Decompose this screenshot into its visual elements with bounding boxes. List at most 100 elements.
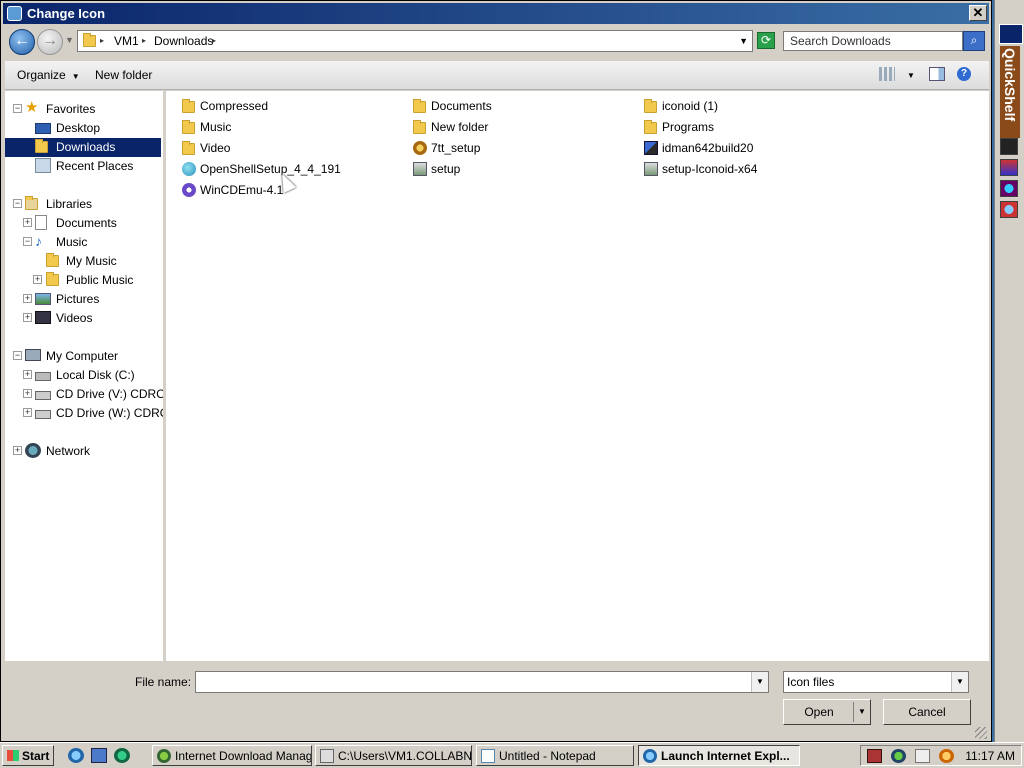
network-icon — [25, 443, 41, 458]
tray-search-icon[interactable] — [939, 749, 954, 763]
file-name-dropdown-icon[interactable]: ▼ — [751, 672, 768, 692]
view-options-dropdown-icon[interactable]: ▼ — [907, 71, 915, 80]
tree-item-favorites[interactable]: − ★ Favorites — [5, 100, 163, 119]
tree-item-pictures[interactable]: + Pictures — [5, 290, 163, 309]
tree-item-public-music[interactable]: + Public Music — [5, 271, 163, 290]
expand-icon[interactable]: + — [23, 389, 32, 398]
expand-icon[interactable]: + — [23, 218, 32, 227]
tray-7tt-icon[interactable] — [915, 749, 930, 763]
change-view-icon[interactable] — [879, 67, 895, 81]
start-button[interactable]: Start — [2, 745, 54, 766]
tray-network-icon[interactable] — [891, 749, 906, 763]
tree-item-my-music[interactable]: My Music — [5, 252, 163, 271]
crumb-separator-icon[interactable]: ▸ — [142, 36, 146, 45]
preview-pane-icon[interactable] — [929, 67, 945, 81]
tree-item-cd-drive-v[interactable]: + CD Drive (V:) CDROM — [5, 385, 163, 404]
quickshelf-panel: QuickShelf — [994, 0, 1024, 742]
task-notepad[interactable]: Untitled - Notepad — [476, 745, 634, 766]
navigation-pane: − ★ Favorites Desktop Downloads Recent P… — [5, 91, 166, 661]
new-folder-button[interactable]: New folder — [95, 68, 152, 82]
crumb-separator-icon[interactable]: ▸ — [100, 36, 104, 45]
recent-pages-dropdown[interactable]: ▼ — [65, 35, 74, 45]
close-icon: ✕ — [972, 5, 984, 20]
task-launch-internet-explorer[interactable]: Launch Internet Expl... — [638, 745, 800, 766]
quickshelf-paint-icon[interactable] — [1000, 159, 1018, 176]
file-type-value: Icon files — [787, 675, 835, 689]
breadcrumb-vm1[interactable]: VM1 — [114, 34, 139, 48]
installer-icon — [413, 141, 427, 155]
close-button[interactable]: ✕ — [969, 5, 987, 21]
tree-item-music[interactable]: − ♪ Music — [5, 233, 163, 252]
libraries-icon — [25, 196, 41, 213]
folder-window-icon — [320, 749, 334, 763]
file-dialog-footer: File name: ▼ Icon files ▼ Open ▼ Cancel — [5, 663, 989, 741]
collapse-icon[interactable]: − — [13, 351, 22, 360]
forward-button[interactable]: → — [37, 29, 63, 55]
location-icon — [83, 33, 96, 47]
expand-icon[interactable]: + — [13, 446, 22, 455]
tree-item-desktop[interactable]: Desktop — [5, 119, 163, 138]
organize-button[interactable]: Organize ▼ — [17, 68, 80, 82]
tree-item-network[interactable]: + Network — [5, 442, 163, 461]
search-input[interactable]: Search Downloads — [783, 31, 963, 51]
open-label: Open — [804, 705, 834, 719]
chevron-down-icon: ▼ — [71, 72, 80, 81]
search-button[interactable]: ⌕ — [963, 31, 985, 51]
cd-drive-icon — [35, 410, 51, 419]
tree-item-libraries[interactable]: − Libraries — [5, 195, 163, 214]
folder-icon — [413, 99, 427, 113]
expand-icon[interactable]: + — [23, 313, 32, 322]
folder-icon — [413, 120, 427, 134]
chevron-down-icon[interactable]: ▼ — [951, 672, 968, 692]
show-desktop-icon[interactable] — [91, 748, 107, 763]
quickshelf-search-icon[interactable] — [1000, 201, 1018, 218]
tray-monitor-icon[interactable] — [867, 749, 882, 763]
desktop-icon — [35, 123, 51, 134]
change-icon-dialog: Change Icon ✕ ← → ▼ ▸ VM1 ▸ Downloads ▸ … — [0, 0, 992, 742]
setup-icon — [413, 162, 427, 176]
collapse-icon[interactable]: − — [13, 199, 22, 208]
openshell-icon — [182, 162, 196, 176]
crumb-separator-icon[interactable]: ▸ — [212, 36, 216, 45]
open-options-dropdown-icon[interactable]: ▼ — [853, 702, 870, 722]
internet-explorer-icon[interactable] — [68, 748, 84, 763]
open-button[interactable]: Open ▼ — [783, 699, 871, 725]
music-icon: ♪ — [35, 233, 42, 249]
organize-label: Organize — [17, 68, 66, 82]
expand-icon[interactable]: + — [23, 370, 32, 379]
task-internet-download-manager[interactable]: Internet Download Manag... — [152, 745, 312, 766]
tree-item-recent-places[interactable]: Recent Places — [5, 157, 163, 176]
help-icon[interactable]: ? — [957, 67, 971, 81]
tree-item-local-disk[interactable]: + Local Disk (C:) — [5, 366, 163, 385]
star-icon: ★ — [25, 99, 39, 116]
quickshelf-terminal-icon[interactable] — [1000, 138, 1018, 155]
refresh-button[interactable]: ⟳ — [757, 32, 775, 49]
collapse-icon[interactable]: − — [13, 104, 22, 113]
address-bar[interactable]: ▸ VM1 ▸ Downloads ▸ ▼ — [77, 30, 753, 52]
folder-icon — [644, 99, 658, 113]
tree-item-documents[interactable]: + Documents — [5, 214, 163, 233]
resize-grip[interactable] — [975, 727, 987, 739]
quickshelf-globe-icon[interactable] — [1000, 180, 1018, 197]
system-tray: 11:17 AM — [860, 745, 1022, 766]
quickshelf-menu-icon[interactable] — [999, 24, 1023, 44]
file-name-label: File name: — [135, 675, 192, 689]
clock[interactable]: 11:17 AM — [965, 749, 1015, 763]
back-button[interactable]: ← — [9, 29, 35, 55]
tree-item-my-computer[interactable]: − My Computer — [5, 347, 163, 366]
tree-item-videos[interactable]: + Videos — [5, 309, 163, 328]
notepad-icon — [481, 749, 495, 763]
task-explorer-window[interactable]: C:\Users\VM1.COLLABN... — [315, 745, 472, 766]
tree-item-cd-drive-w[interactable]: + CD Drive (W:) CDROM — [5, 404, 163, 423]
file-type-select[interactable]: Icon files ▼ — [783, 671, 969, 693]
cancel-button[interactable]: Cancel — [883, 699, 971, 725]
expand-icon[interactable]: + — [23, 294, 32, 303]
expand-icon[interactable]: + — [23, 408, 32, 417]
expand-icon[interactable]: + — [33, 275, 42, 284]
file-name-input[interactable]: ▼ — [195, 671, 769, 693]
address-dropdown-icon[interactable]: ▼ — [739, 36, 748, 46]
tree-item-downloads[interactable]: Downloads — [5, 138, 163, 157]
breadcrumb-downloads[interactable]: Downloads — [154, 34, 213, 48]
collapse-icon[interactable]: − — [23, 237, 32, 246]
media-player-icon[interactable] — [114, 748, 130, 763]
